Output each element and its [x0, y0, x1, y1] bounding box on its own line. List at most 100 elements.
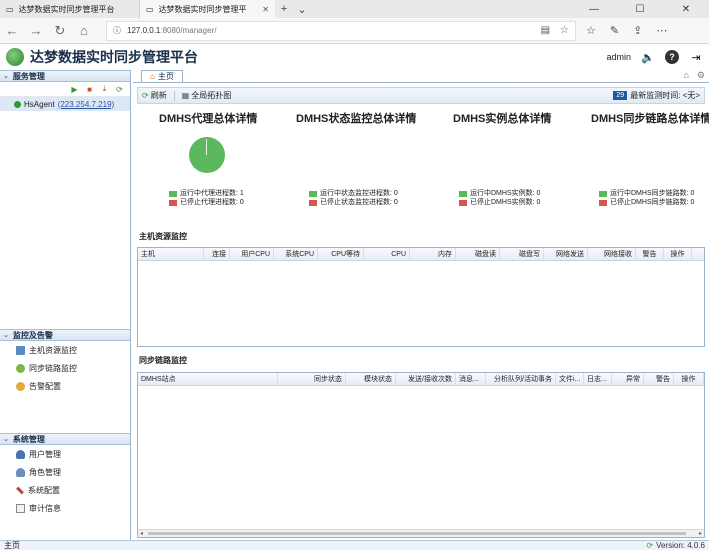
refresh-button[interactable]: ⟳ 刷新	[142, 90, 167, 101]
stopped-count: 已停止DMHS实例数: 0	[470, 199, 541, 206]
new-tab-icon[interactable]: +	[275, 0, 293, 18]
url-field[interactable]: ⓘ 127.0.0.1:8080/manager/ ▤ ☆	[106, 20, 576, 41]
agent-tree-item[interactable]: HsAgent (223.254.7.219)	[0, 97, 130, 111]
menu-host-monitor[interactable]: 主机资源监控	[0, 341, 130, 359]
agent-address[interactable]: (223.254.7.219)	[58, 100, 115, 109]
back-icon[interactable]: ←	[0, 19, 24, 43]
column-header[interactable]: 日志...	[584, 372, 612, 386]
more-icon[interactable]: ⋯	[656, 24, 667, 37]
reading-view-icon[interactable]: ▤	[541, 25, 550, 36]
horizontal-scrollbar[interactable]: ◂ ▸	[138, 529, 704, 537]
collapse-chevron-icon[interactable]: ⌄	[3, 72, 9, 80]
column-header[interactable]: 操作	[664, 247, 692, 261]
reload-icon[interactable]: ↻	[48, 19, 72, 43]
service-toolbar: ▶ ■ ⤓ ⟳	[0, 82, 130, 97]
menu-sync-link-monitor[interactable]: 同步链路监控	[0, 359, 130, 377]
system-panel-title: 系统管理	[12, 434, 45, 444]
tab-list-chevron-icon[interactable]: ⌄	[293, 0, 311, 18]
column-header[interactable]: 网络发送	[544, 247, 588, 261]
version-label: Version: 4.0.6	[656, 541, 705, 550]
menu-item-label: 用户管理	[29, 449, 61, 459]
column-header[interactable]: 磁盘写	[500, 247, 544, 261]
menu-item-label: 审计信息	[29, 503, 61, 513]
column-header[interactable]: 异常	[612, 372, 644, 386]
monitor-panel-header[interactable]: ⌄ 监控及告警	[0, 329, 130, 341]
browser-tab-1[interactable]: ▭ 达梦数据实时同步管理平台	[0, 0, 140, 18]
user-icon	[16, 449, 25, 459]
column-header[interactable]: DMHS站点	[138, 372, 278, 386]
summary-title: DMHS同步链路总体详情	[591, 113, 709, 125]
favorite-star-icon[interactable]: ☆	[560, 25, 569, 36]
topology-label: 全局拓扑图	[191, 91, 232, 100]
app-title: 达梦数据实时同步管理平台	[30, 49, 198, 65]
refresh-label: 刷新	[150, 91, 167, 100]
column-header[interactable]: 网络接收	[588, 247, 636, 261]
column-header[interactable]: 分析队列/活动事务	[486, 372, 556, 386]
topology-button[interactable]: ▦ 全局拓扑图	[182, 90, 232, 101]
sound-icon[interactable]: 🔈	[641, 50, 655, 64]
favorites-icon[interactable]: ☆	[586, 24, 596, 37]
maximize-icon[interactable]: ☐	[617, 0, 663, 18]
column-header[interactable]: 内存	[410, 247, 456, 261]
running-swatch	[459, 190, 467, 197]
minimize-icon[interactable]: —	[571, 0, 617, 18]
export-icon[interactable]: ⤓	[100, 84, 109, 94]
summary-legend: 运行中DMHS实例数: 0 已停止DMHS实例数: 0	[459, 189, 540, 207]
agent-summary: DMHS代理总体详情 运行中代理进程数: 1 已停止代理进程数: 0	[159, 104, 309, 224]
sync-refresh-icon[interactable]: ⟳	[115, 85, 124, 94]
refresh-icon: ⟳	[142, 91, 149, 100]
home-shortcut-icon[interactable]: ⌂	[683, 70, 688, 81]
scrollbar-thumb[interactable]	[148, 532, 686, 535]
column-header[interactable]: 发送/接收次数	[396, 372, 456, 386]
settings-icon[interactable]: ⚙	[697, 70, 705, 81]
menu-user-management[interactable]: 用户管理	[0, 445, 130, 463]
menu-role-management[interactable]: 角色管理	[0, 463, 130, 481]
toolbar-divider	[173, 90, 175, 101]
column-header[interactable]: 用户CPU	[230, 247, 274, 261]
service-panel-header[interactable]: ⌄ 服务管理	[0, 70, 130, 82]
close-window-icon[interactable]: ✕	[663, 0, 709, 18]
menu-system-config[interactable]: 系统配置	[0, 481, 130, 499]
grid-header: 主机 连接 用户CPU 系统CPU CPU等待 CPU 内存 磁盘读 磁盘写 网…	[138, 247, 704, 261]
column-header[interactable]: 磁盘读	[456, 247, 500, 261]
close-tab-icon[interactable]: ✕	[262, 5, 269, 14]
forward-icon[interactable]: →	[24, 19, 48, 43]
host-monitor-title: 主机资源监控	[139, 232, 187, 241]
main-tabbar: ⌂ 主页 ⌂ ⚙	[133, 70, 709, 83]
agent-status-icon	[14, 100, 21, 108]
username[interactable]: admin	[606, 52, 631, 62]
sync-link-icon	[16, 363, 25, 373]
column-header[interactable]: 连接	[204, 247, 230, 261]
help-icon[interactable]: ?	[665, 50, 679, 64]
role-icon	[16, 467, 25, 477]
menu-alarm-config[interactable]: 告警配置	[0, 377, 130, 395]
column-header[interactable]: 文件i...	[556, 372, 584, 386]
menu-item-label: 系统配置	[28, 485, 60, 495]
column-header[interactable]: 同步状态	[278, 372, 346, 386]
scroll-left-icon[interactable]: ◂	[140, 530, 143, 537]
column-header[interactable]: 消息...	[456, 372, 486, 386]
column-header[interactable]: 警告	[644, 372, 674, 386]
column-header[interactable]: 模块状态	[346, 372, 396, 386]
collapse-chevron-icon[interactable]: ⌄	[3, 435, 9, 443]
menu-item-label: 告警配置	[29, 381, 61, 391]
menu-audit-info[interactable]: 审计信息	[0, 499, 130, 517]
column-header[interactable]: CPU	[364, 247, 410, 261]
browser-tab-2[interactable]: ▭ 达梦数据实时同步管理平 ✕	[140, 0, 275, 18]
share-icon[interactable]: ⇪	[633, 24, 642, 37]
notes-icon[interactable]: ✎	[610, 24, 619, 37]
summary-title: DMHS代理总体详情	[159, 113, 258, 125]
scroll-right-icon[interactable]: ▸	[699, 530, 702, 537]
column-header[interactable]: 警告	[636, 247, 664, 261]
home-icon[interactable]: ⌂	[72, 19, 96, 43]
column-header[interactable]: 主机	[138, 247, 204, 261]
stop-icon[interactable]: ■	[85, 85, 94, 94]
column-header[interactable]: 系统CPU	[274, 247, 318, 261]
system-panel-header[interactable]: ⌄ 系统管理	[0, 433, 130, 445]
column-header[interactable]: CPU等待	[318, 247, 364, 261]
logout-icon[interactable]: ⇥	[689, 50, 703, 64]
column-header[interactable]: 操作	[674, 372, 704, 386]
start-icon[interactable]: ▶	[70, 85, 79, 94]
collapse-chevron-icon[interactable]: ⌄	[3, 331, 9, 339]
tab-home[interactable]: ⌂ 主页	[141, 70, 183, 82]
